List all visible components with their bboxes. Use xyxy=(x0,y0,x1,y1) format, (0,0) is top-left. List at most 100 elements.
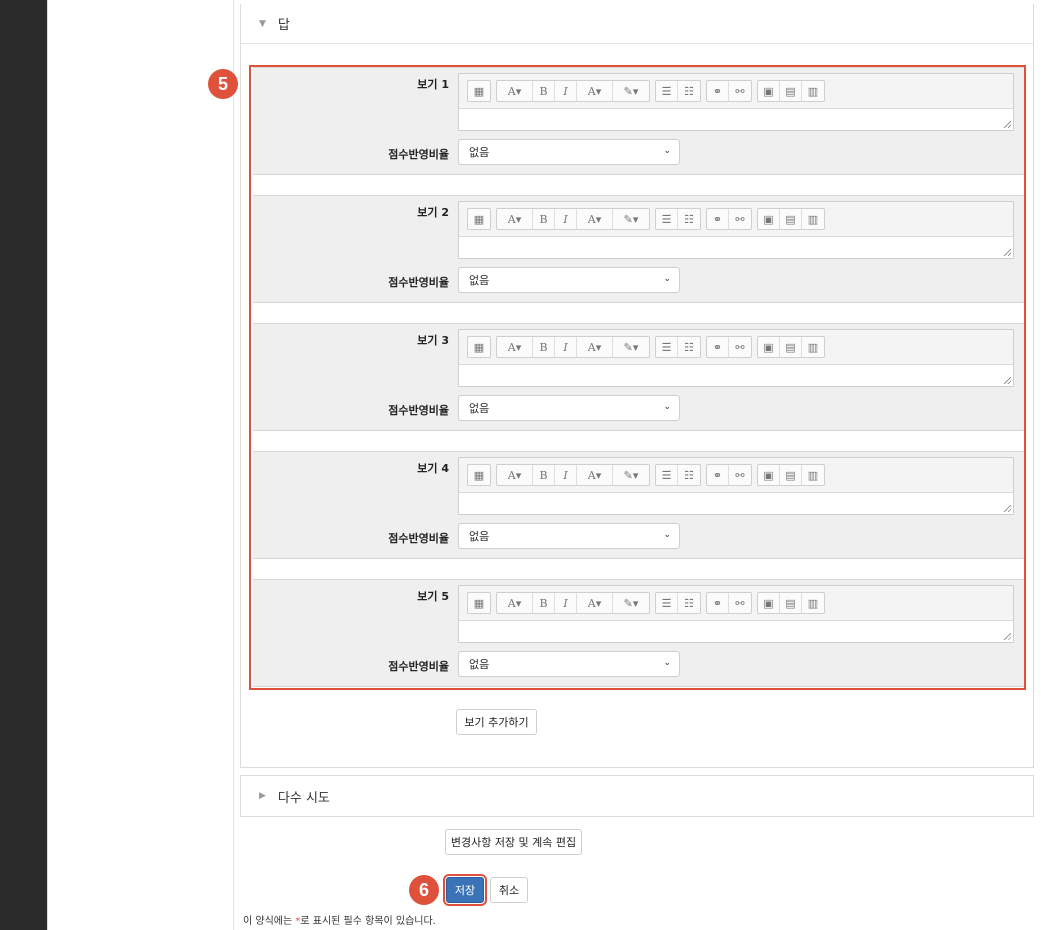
media-icon[interactable]: ▤ xyxy=(780,81,802,101)
ordered-list-icon[interactable]: ☷ xyxy=(678,337,700,357)
link-icon[interactable]: ⚭ xyxy=(707,209,729,229)
resize-handle-icon[interactable] xyxy=(1004,633,1011,640)
grade-select[interactable]: 없음 ⌄ xyxy=(458,651,680,677)
choice-text-input[interactable] xyxy=(459,493,1013,514)
link-icon[interactable]: ⚭ xyxy=(707,593,729,613)
bold-icon[interactable]: B xyxy=(533,81,555,101)
toolbar-group: ☰ ☷ xyxy=(655,80,701,102)
image-icon[interactable]: ▣ xyxy=(758,337,780,357)
font-size-icon[interactable]: A▾ xyxy=(497,337,533,357)
answer-section-title: 답 xyxy=(277,18,290,33)
font-size-icon[interactable]: A▾ xyxy=(497,593,533,613)
video-icon[interactable]: ▥ xyxy=(802,81,824,101)
unordered-list-icon[interactable]: ☰ xyxy=(656,593,678,613)
italic-icon[interactable]: I xyxy=(555,337,577,357)
unlink-icon[interactable]: ⚯ xyxy=(729,337,751,357)
image-icon[interactable]: ▣ xyxy=(758,593,780,613)
font-color-icon[interactable]: A▾ xyxy=(577,337,613,357)
font-size-icon[interactable]: A▾ xyxy=(497,209,533,229)
image-icon[interactable]: ▣ xyxy=(758,209,780,229)
unlink-icon[interactable]: ⚯ xyxy=(729,209,751,229)
choice-label: 보기 1 xyxy=(417,78,449,91)
video-icon[interactable]: ▥ xyxy=(802,465,824,485)
save-and-continue-button[interactable]: 변경사항 저장 및 계속 편집 xyxy=(445,829,582,855)
media-icon[interactable]: ▤ xyxy=(780,465,802,485)
font-size-icon[interactable]: A▾ xyxy=(497,465,533,485)
media-icon[interactable]: ▤ xyxy=(780,337,802,357)
resize-handle-icon[interactable] xyxy=(1004,249,1011,256)
font-color-icon[interactable]: A▾ xyxy=(577,209,613,229)
background-color-icon[interactable]: ✎▾ xyxy=(613,337,649,357)
background-color-icon[interactable]: ✎▾ xyxy=(613,209,649,229)
background-color-icon[interactable]: ✎▾ xyxy=(613,81,649,101)
bold-icon[interactable]: B xyxy=(533,593,555,613)
unlink-icon[interactable]: ⚯ xyxy=(729,81,751,101)
bold-icon[interactable]: B xyxy=(533,465,555,485)
answer-section-header[interactable]: ▼ 답 xyxy=(241,4,1033,44)
unordered-list-icon[interactable]: ☰ xyxy=(656,465,678,485)
unlink-icon[interactable]: ⚯ xyxy=(729,465,751,485)
grade-select[interactable]: 없음 ⌄ xyxy=(458,267,680,293)
choice-text-input[interactable] xyxy=(459,621,1013,642)
resize-handle-icon[interactable] xyxy=(1004,505,1011,512)
save-button[interactable]: 저장 xyxy=(443,874,487,906)
ordered-list-icon[interactable]: ☷ xyxy=(678,593,700,613)
font-color-icon[interactable]: A▾ xyxy=(577,81,613,101)
chevron-down-icon: ⌄ xyxy=(663,146,671,156)
grade-select-value: 없음 xyxy=(469,402,490,415)
choice-text-input[interactable] xyxy=(459,237,1013,258)
link-icon[interactable]: ⚭ xyxy=(707,465,729,485)
background-color-icon[interactable]: ✎▾ xyxy=(613,465,649,485)
video-icon[interactable]: ▥ xyxy=(802,209,824,229)
grade-select[interactable]: 없음 ⌄ xyxy=(458,395,680,421)
multiple-tries-title: 다수 시도 xyxy=(277,790,330,806)
resize-handle-icon[interactable] xyxy=(1004,377,1011,384)
grade-select[interactable]: 없음 ⌄ xyxy=(458,523,680,549)
cancel-button[interactable]: 취소 xyxy=(490,877,528,903)
toggle-toolbar-icon[interactable]: ▦ xyxy=(468,81,490,101)
link-icon[interactable]: ⚭ xyxy=(707,81,729,101)
italic-icon[interactable]: I xyxy=(555,209,577,229)
bold-icon[interactable]: B xyxy=(533,209,555,229)
toggle-toolbar-icon[interactable]: ▦ xyxy=(468,593,490,613)
choice-text-input[interactable] xyxy=(459,365,1013,386)
background-color-icon[interactable]: ✎▾ xyxy=(613,593,649,613)
unlink-icon[interactable]: ⚯ xyxy=(729,593,751,613)
grade-select-value: 없음 xyxy=(469,146,490,159)
bold-icon[interactable]: B xyxy=(533,337,555,357)
chevron-down-icon: ⌄ xyxy=(663,530,671,540)
caret-right-icon: ▶ xyxy=(259,791,266,801)
choice-text-input[interactable] xyxy=(459,109,1013,130)
choice-block: 보기 3 ▦ A▾ B I A▾ ✎▾ ☰ ☷ ⚭ ⚯ ▣ ▤ ▥ 점수반영비율 없음 ⌄ xyxy=(253,323,1024,431)
unordered-list-icon[interactable]: ☰ xyxy=(656,209,678,229)
italic-icon[interactable]: I xyxy=(555,465,577,485)
ordered-list-icon[interactable]: ☷ xyxy=(678,209,700,229)
toggle-toolbar-icon[interactable]: ▦ xyxy=(468,209,490,229)
resize-handle-icon[interactable] xyxy=(1004,121,1011,128)
font-color-icon[interactable]: A▾ xyxy=(577,465,613,485)
video-icon[interactable]: ▥ xyxy=(802,337,824,357)
toggle-toolbar-icon[interactable]: ▦ xyxy=(468,337,490,357)
grade-select[interactable]: 없음 ⌄ xyxy=(458,139,680,165)
toolbar-group: ▣ ▤ ▥ xyxy=(757,592,825,614)
ordered-list-icon[interactable]: ☷ xyxy=(678,81,700,101)
image-icon[interactable]: ▣ xyxy=(758,81,780,101)
media-icon[interactable]: ▤ xyxy=(780,593,802,613)
add-choice-button[interactable]: 보기 추가하기 xyxy=(456,709,537,735)
callout-badge-6: 6 xyxy=(409,875,439,905)
italic-icon[interactable]: I xyxy=(555,593,577,613)
image-icon[interactable]: ▣ xyxy=(758,465,780,485)
media-icon[interactable]: ▤ xyxy=(780,209,802,229)
editor-toolbar: ▦ A▾ B I A▾ ✎▾ ☰ ☷ ⚭ ⚯ ▣ ▤ ▥ xyxy=(459,458,1013,493)
multiple-tries-header[interactable]: ▶ 다수 시도 xyxy=(241,776,1033,816)
ordered-list-icon[interactable]: ☷ xyxy=(678,465,700,485)
font-size-icon[interactable]: A▾ xyxy=(497,81,533,101)
link-icon[interactable]: ⚭ xyxy=(707,337,729,357)
font-color-icon[interactable]: A▾ xyxy=(577,593,613,613)
unordered-list-icon[interactable]: ☰ xyxy=(656,337,678,357)
choice-label: 보기 3 xyxy=(417,334,449,347)
italic-icon[interactable]: I xyxy=(555,81,577,101)
unordered-list-icon[interactable]: ☰ xyxy=(656,81,678,101)
toggle-toolbar-icon[interactable]: ▦ xyxy=(468,465,490,485)
video-icon[interactable]: ▥ xyxy=(802,593,824,613)
